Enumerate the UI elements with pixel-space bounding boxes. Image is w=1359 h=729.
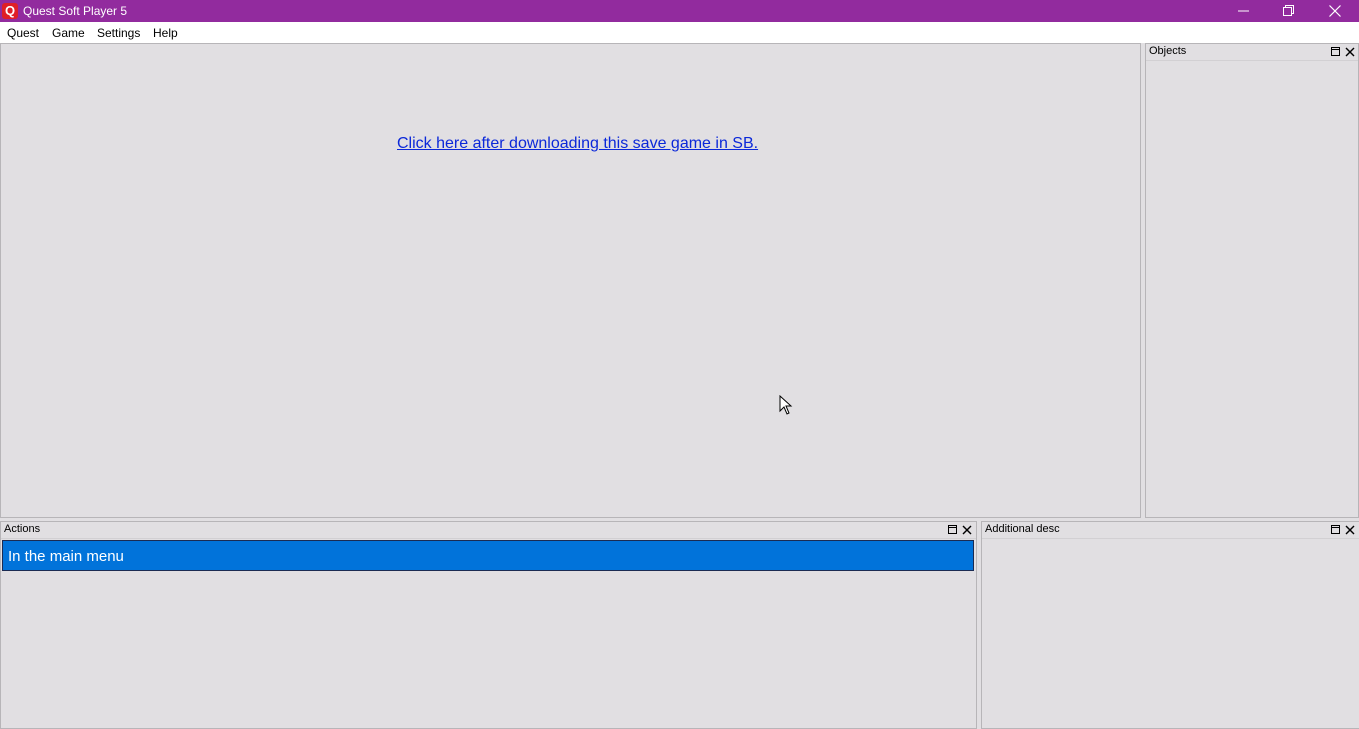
- objects-panel-title: Objects: [1149, 45, 1187, 57]
- additional-desc-close-button[interactable]: [1344, 524, 1356, 536]
- minimize-button[interactable]: [1221, 0, 1267, 22]
- close-icon: [962, 525, 972, 535]
- actions-panel-title: Actions: [4, 523, 41, 535]
- actions-float-button[interactable]: [947, 524, 959, 536]
- game-output-panel[interactable]: Click here after downloading this save g…: [0, 43, 1141, 518]
- menu-quest[interactable]: Quest: [7, 26, 39, 40]
- action-item-label: In the main menu: [8, 548, 124, 565]
- window-title: Quest Soft Player 5: [23, 4, 128, 18]
- additional-desc-panel: Additional desc: [981, 521, 1359, 729]
- title-bar[interactable]: Q Quest Soft Player 5: [0, 0, 1359, 22]
- quest-q-icon: Q: [2, 3, 18, 19]
- additional-desc-float-button[interactable]: [1330, 524, 1342, 536]
- float-window-icon: [948, 525, 957, 534]
- actions-close-button[interactable]: [961, 524, 973, 536]
- close-icon: [1345, 525, 1355, 535]
- objects-float-button[interactable]: [1330, 46, 1342, 58]
- menu-settings[interactable]: Settings: [97, 26, 140, 40]
- float-window-icon: [1331, 47, 1340, 56]
- objects-panel-header: Objects: [1146, 44, 1358, 61]
- download-save-link[interactable]: Click here after downloading this save g…: [397, 135, 758, 153]
- minimize-icon: [1238, 10, 1249, 12]
- list-item[interactable]: In the main menu: [2, 540, 974, 571]
- menu-bar: Quest Game Settings Help: [0, 22, 1359, 43]
- restore-button[interactable]: [1266, 0, 1312, 22]
- close-icon: [1345, 47, 1355, 57]
- close-button[interactable]: [1312, 0, 1358, 22]
- float-window-icon: [1331, 525, 1340, 534]
- actions-panel: Actions In the main menu: [0, 521, 977, 729]
- objects-close-button[interactable]: [1344, 46, 1356, 58]
- menu-game[interactable]: Game: [52, 26, 85, 40]
- additional-desc-panel-title: Additional desc: [985, 523, 1060, 535]
- close-icon: [1329, 5, 1341, 17]
- actions-panel-header: Actions: [1, 522, 976, 539]
- restore-icon: [1283, 5, 1294, 16]
- additional-desc-panel-header: Additional desc: [982, 522, 1359, 539]
- menu-help[interactable]: Help: [153, 26, 178, 40]
- objects-panel: Objects: [1145, 43, 1359, 518]
- mouse-cursor-icon: [779, 395, 793, 415]
